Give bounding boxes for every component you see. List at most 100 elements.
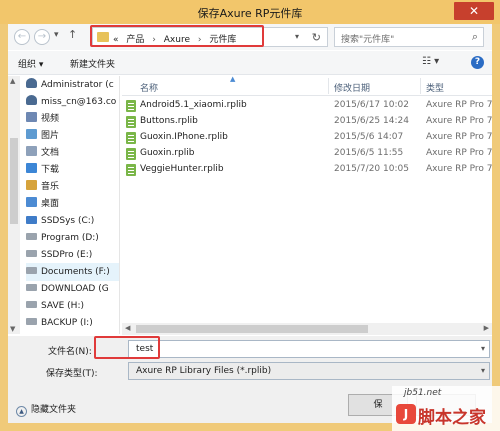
site-logo-icon: J (396, 404, 416, 424)
title-bar[interactable]: 保存Axure RP元件库 ✕ (0, 0, 500, 24)
file-name: Guoxin.rplib (140, 148, 195, 158)
column-header-modified[interactable]: 修改日期 (334, 81, 370, 94)
rplib-file-icon (126, 132, 136, 144)
drive-icon (26, 284, 37, 291)
file-type: Axure RP Pro 7. (426, 100, 492, 110)
search-placeholder: 搜索"元件库" (341, 35, 395, 45)
column-divider[interactable] (328, 78, 329, 94)
filetype-label: 保存类型(T): (46, 369, 98, 379)
rplib-file-icon (126, 164, 136, 176)
filetype-select[interactable]: Axure RP Library Files (*.rplib) ▾ (128, 362, 490, 380)
file-modified-date: 2015/6/25 14:24 (334, 116, 409, 126)
watermark-site: jb51.net (404, 388, 442, 398)
column-header-name[interactable]: 名称 (140, 81, 158, 94)
drive-icon (26, 301, 37, 308)
drive-icon (26, 250, 37, 257)
new-folder-button[interactable]: 新建文件夹 (70, 57, 115, 70)
rplib-file-icon (126, 100, 136, 112)
filename-input[interactable]: test ▾ (128, 340, 490, 358)
user-icon (26, 78, 37, 88)
chevron-down-icon[interactable]: ▾ (481, 366, 485, 375)
drive-icon (26, 267, 37, 274)
file-row[interactable]: Android5.1_xiaomi.rplib 2015/6/17 10:02 … (122, 98, 492, 114)
scrollbar-thumb[interactable] (10, 138, 18, 224)
file-type: Axure RP Pro 7. (426, 148, 492, 158)
scroll-left-icon[interactable]: ◀ (125, 324, 130, 332)
sidebar-item-drive-h[interactable]: SAVE (H:) (26, 297, 119, 315)
address-row: ← → ▾ ↑ « 产品 › Axure › 元件库 ▾ ↻ 搜索"元件库" ⌕ (8, 24, 492, 50)
file-name: Guoxin.IPhone.rplib (140, 132, 228, 142)
chevron-down-icon[interactable]: ▾ (481, 344, 485, 353)
up-button[interactable]: ↑ (68, 28, 77, 41)
hide-folders-label: 隐藏文件夹 (31, 405, 77, 415)
search-input[interactable]: 搜索"元件库" ⌕ (334, 27, 484, 47)
picture-icon (26, 129, 37, 139)
navigation-pane: ▲ ▼ Administrator (c miss_cn@163.co 视频 图… (8, 76, 120, 334)
column-header-type[interactable]: 类型 (426, 81, 444, 94)
chevron-down-icon[interactable]: ▾ (295, 32, 299, 41)
sidebar-item-desktop[interactable]: 桌面 (26, 195, 119, 213)
annotation-highlight-address (90, 25, 264, 47)
back-button[interactable]: ← (14, 29, 30, 45)
sidebar-item-miss-cn[interactable]: miss_cn@163.co (26, 93, 119, 111)
file-row[interactable]: Buttons.rplib 2015/6/25 14:24 Axure RP P… (122, 114, 492, 130)
scroll-right-icon[interactable]: ▶ (484, 324, 489, 332)
scroll-down-icon[interactable]: ▼ (10, 325, 15, 333)
drive-icon (26, 318, 37, 325)
column-divider[interactable] (420, 78, 421, 94)
file-type: Axure RP Pro 7. (426, 116, 492, 126)
recent-locations-dropdown[interactable]: ▾ (54, 30, 59, 40)
save-dialog-window: 保存Axure RP元件库 ✕ ← → ▾ ↑ « 产品 › Axure › 元… (0, 0, 500, 431)
sidebar-item-drive-f[interactable]: Documents (F:) (26, 263, 119, 281)
user-icon (26, 95, 37, 105)
close-button[interactable]: ✕ (454, 2, 494, 20)
search-icon[interactable]: ⌕ (472, 30, 478, 44)
file-modified-date: 2015/7/20 10:05 (334, 164, 409, 174)
dialog-client-area: ← → ▾ ↑ « 产品 › Axure › 元件库 ▾ ↻ 搜索"元件库" ⌕… (8, 24, 492, 423)
sidebar-item-drive-i[interactable]: BACKUP (I:) (26, 314, 119, 332)
file-modified-date: 2015/6/5 11:55 (334, 148, 404, 158)
forward-button[interactable]: → (34, 29, 50, 45)
file-list-header: ▲ 名称 修改日期 类型 (122, 76, 492, 96)
organize-menu[interactable]: 组织 ▾ (18, 57, 43, 70)
video-icon (26, 112, 37, 122)
file-name: Android5.1_xiaomi.rplib (140, 100, 247, 110)
sidebar-item-pictures[interactable]: 图片 (26, 127, 119, 145)
sort-ascending-icon: ▲ (230, 76, 236, 83)
sidebar-item-downloads[interactable]: 下载 (26, 161, 119, 179)
scrollbar-thumb[interactable] (136, 325, 368, 333)
file-name: VeggieHunter.rplib (140, 164, 224, 174)
sidebar-item-drive-d[interactable]: Program (D:) (26, 229, 119, 247)
drive-icon (26, 233, 37, 240)
file-type: Axure RP Pro 7. (426, 132, 492, 142)
sidebar-item-drive-c[interactable]: SSDSys (C:) (26, 212, 119, 230)
sidebar-item-music[interactable]: 音乐 (26, 178, 119, 196)
file-row[interactable]: VeggieHunter.rplib 2015/7/20 10:05 Axure… (122, 162, 492, 178)
filetype-value: Axure RP Library Files (*.rplib) (136, 366, 272, 376)
download-icon (26, 163, 37, 173)
command-toolbar: 组织 ▾ 新建文件夹 ☷ ▾ ? (8, 51, 492, 75)
file-list: ▲ 名称 修改日期 类型 Android5.1_xiaomi.rplib 201… (122, 76, 492, 334)
sidebar-item-drive-e[interactable]: SSDPro (E:) (26, 246, 119, 264)
file-name: Buttons.rplib (140, 116, 198, 126)
horizontal-scrollbar[interactable]: ◀ ▶ (122, 323, 492, 335)
watermark-text: 脚本之家 (418, 408, 486, 428)
refresh-icon[interactable]: ↻ (312, 31, 321, 44)
file-modified-date: 2015/6/17 10:02 (334, 100, 409, 110)
view-options-icon[interactable]: ☷ ▾ (422, 56, 439, 67)
window-title: 保存Axure RP元件库 (197, 7, 303, 20)
scroll-up-icon[interactable]: ▲ (10, 77, 15, 85)
file-type: Axure RP Pro 7. (426, 164, 492, 174)
navigation-scrollbar[interactable]: ▲ ▼ (8, 76, 20, 334)
sidebar-item-videos[interactable]: 视频 (26, 110, 119, 128)
help-icon[interactable]: ? (471, 56, 484, 69)
music-icon (26, 180, 37, 190)
sidebar-item-documents[interactable]: 文档 (26, 144, 119, 162)
sidebar-item-drive-g[interactable]: DOWNLOAD (G (26, 280, 119, 298)
file-row[interactable]: Guoxin.IPhone.rplib 2015/5/6 14:07 Axure… (122, 130, 492, 146)
annotation-highlight-filename (94, 336, 160, 359)
sidebar-item-administrator[interactable]: Administrator (c (26, 76, 119, 94)
hide-folders-toggle[interactable]: ▲ 隐藏文件夹 (16, 402, 76, 417)
rplib-file-icon (126, 116, 136, 128)
file-row[interactable]: Guoxin.rplib 2015/6/5 11:55 Axure RP Pro… (122, 146, 492, 162)
